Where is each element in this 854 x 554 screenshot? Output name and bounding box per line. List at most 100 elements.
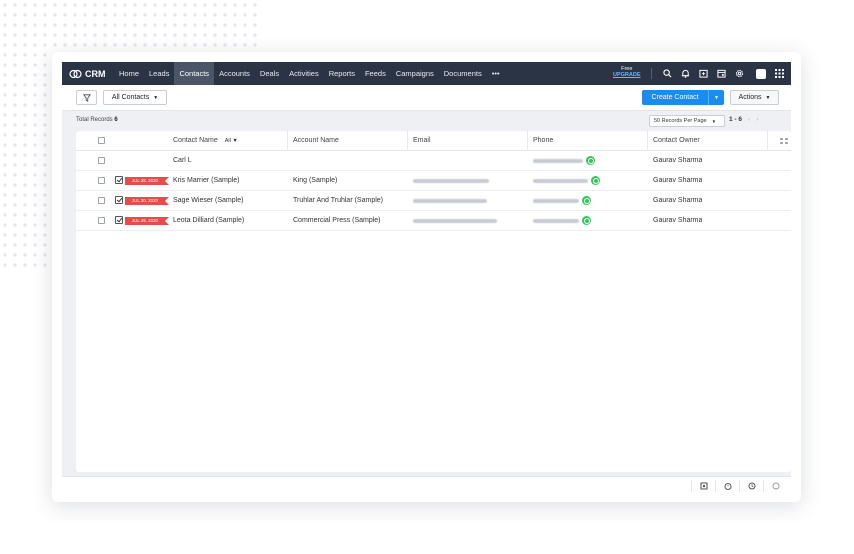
screenshot-card: CRM Home Leads Contacts Accounts Deals A… [52, 52, 801, 502]
table-row[interactable]: JUL 29, 2020 Leota Dilliard (Sample) Com… [76, 211, 791, 231]
next-page-icon[interactable]: › [756, 116, 758, 123]
chevron-down-icon: ▼ [765, 94, 771, 101]
history-icon[interactable] [739, 480, 763, 492]
total-records-label: Total Records [76, 117, 113, 123]
due-date-tag: JUL 28, 2020 [125, 177, 169, 185]
column-contact-name[interactable]: Contact Name All ▼ [173, 131, 238, 151]
whatsapp-icon[interactable] [582, 196, 591, 205]
filter-button[interactable] [76, 90, 97, 105]
apps-grid-icon[interactable] [770, 62, 788, 85]
whatsapp-icon[interactable] [582, 216, 591, 225]
actions-button[interactable]: Actions ▼ [730, 90, 779, 105]
email-redacted [413, 179, 489, 183]
column-divider [767, 131, 768, 151]
create-dropdown-chevron-icon[interactable]: ▼ [708, 90, 724, 105]
task-icon[interactable] [115, 176, 123, 184]
crm-logo-icon [69, 69, 82, 78]
chevron-down-icon: ▼ [711, 118, 717, 124]
contact-owner: Gaurav Sharma [653, 197, 703, 204]
topbar-divider [651, 68, 652, 79]
top-navigation-bar: CRM Home Leads Contacts Accounts Deals A… [62, 62, 791, 85]
column-settings-icon[interactable] [780, 138, 788, 146]
pagination: 1 - 6 ‹ › [729, 116, 758, 123]
nav-activities[interactable]: Activities [284, 62, 324, 85]
nav-accounts[interactable]: Accounts [214, 62, 255, 85]
contact-name-link[interactable]: Carl L [173, 151, 192, 171]
column-email[interactable]: Email [413, 131, 431, 151]
nav-documents[interactable]: Documents [439, 62, 487, 85]
contact-owner: Gaurav Sharma [653, 157, 703, 164]
create-contact-label: Create Contact [651, 94, 699, 101]
whatsapp-icon[interactable] [591, 176, 600, 185]
chat-icon[interactable] [763, 480, 787, 492]
bottom-icons [691, 480, 787, 492]
crm-app-window: CRM Home Leads Contacts Accounts Deals A… [62, 62, 791, 494]
table-row[interactable]: JUL 30, 2020 Sage Wieser (Sample) Truhla… [76, 191, 791, 211]
chevron-down-icon: ▼ [153, 94, 159, 101]
nav-feeds[interactable]: Feeds [360, 62, 391, 85]
nav-reports[interactable]: Reports [324, 62, 360, 85]
contact-owner: Gaurav Sharma [653, 177, 703, 184]
whatsapp-icon[interactable] [586, 156, 595, 165]
prev-page-icon[interactable]: ‹ [748, 116, 750, 123]
row-checkbox[interactable] [98, 217, 105, 224]
total-records: Total Records 6 [76, 117, 118, 123]
email-redacted [413, 219, 497, 223]
nav-campaigns[interactable]: Campaigns [391, 62, 439, 85]
account-name-link[interactable]: King (Sample) [293, 171, 337, 191]
column-divider [647, 131, 648, 151]
nav-contacts[interactable]: Contacts [174, 62, 215, 85]
page-range: 1 - 6 [729, 116, 743, 123]
account-name-link[interactable]: Truhlar And Truhlar (Sample) [293, 191, 383, 211]
column-divider [407, 131, 408, 151]
view-selector[interactable]: All Contacts ▼ [103, 90, 167, 105]
column-phone[interactable]: Phone [533, 131, 553, 151]
contact-owner: Gaurav Sharma [653, 217, 703, 224]
recent-items-icon[interactable] [691, 480, 715, 492]
task-icon[interactable] [115, 196, 123, 204]
nav-more[interactable]: ••• [487, 62, 505, 85]
search-icon[interactable] [658, 62, 676, 85]
actions-label: Actions [738, 94, 762, 101]
bottom-status-bar [62, 476, 791, 494]
records-per-page-select[interactable]: 50 Records Per Page ▼ [649, 115, 725, 127]
phone-redacted [533, 159, 583, 163]
table-row[interactable]: Carl L Gaurav Sharma [76, 151, 791, 171]
table-row[interactable]: JUL 28, 2020 Kris Marrier (Sample) King … [76, 171, 791, 191]
alarm-clock-icon[interactable] [715, 480, 739, 492]
avatar[interactable] [752, 62, 770, 85]
account-name-link[interactable]: Commercial Press (Sample) [293, 211, 381, 231]
bell-icon[interactable] [676, 62, 694, 85]
row-checkbox[interactable] [98, 157, 105, 164]
email-redacted [413, 199, 487, 203]
gear-icon[interactable] [730, 62, 748, 85]
phone-redacted [533, 219, 579, 223]
module-tabs: Home Leads Contacts Accounts Deals Activ… [114, 62, 505, 85]
nav-home[interactable]: Home [114, 62, 144, 85]
column-filter-all[interactable]: All ▼ [225, 138, 238, 144]
upgrade-label: UPGRADE [613, 72, 641, 78]
column-divider [527, 131, 528, 151]
nav-leads[interactable]: Leads [144, 62, 174, 85]
calendar-icon[interactable] [712, 62, 730, 85]
contact-name-link[interactable]: Kris Marrier (Sample) [173, 171, 240, 191]
calendar-add-icon[interactable] [694, 62, 712, 85]
upgrade-link[interactable]: Free UPGRADE [613, 66, 641, 78]
phone-redacted [533, 199, 579, 203]
row-checkbox[interactable] [98, 177, 105, 184]
view-selector-label: All Contacts [111, 94, 150, 101]
contact-name-link[interactable]: Sage Wieser (Sample) [173, 191, 243, 211]
crm-logo[interactable]: CRM [62, 69, 114, 79]
nav-deals[interactable]: Deals [255, 62, 284, 85]
select-all-checkbox[interactable] [98, 137, 105, 144]
row-checkbox[interactable] [98, 197, 105, 204]
column-contact-owner[interactable]: Contact Owner [653, 131, 700, 151]
list-toolbar: All Contacts ▼ Create Contact ▼ Actions … [62, 85, 791, 111]
task-icon[interactable] [115, 216, 123, 224]
create-contact-button[interactable]: Create Contact ▼ [642, 90, 724, 105]
records-bar: Total Records 6 50 Records Per Page ▼ 1 … [62, 111, 791, 131]
contact-name-link[interactable]: Leota Dilliard (Sample) [173, 211, 244, 231]
column-account-name[interactable]: Account Name [293, 131, 339, 151]
due-date-tag: JUL 30, 2020 [125, 197, 169, 205]
column-contact-name-label: Contact Name [173, 137, 218, 144]
